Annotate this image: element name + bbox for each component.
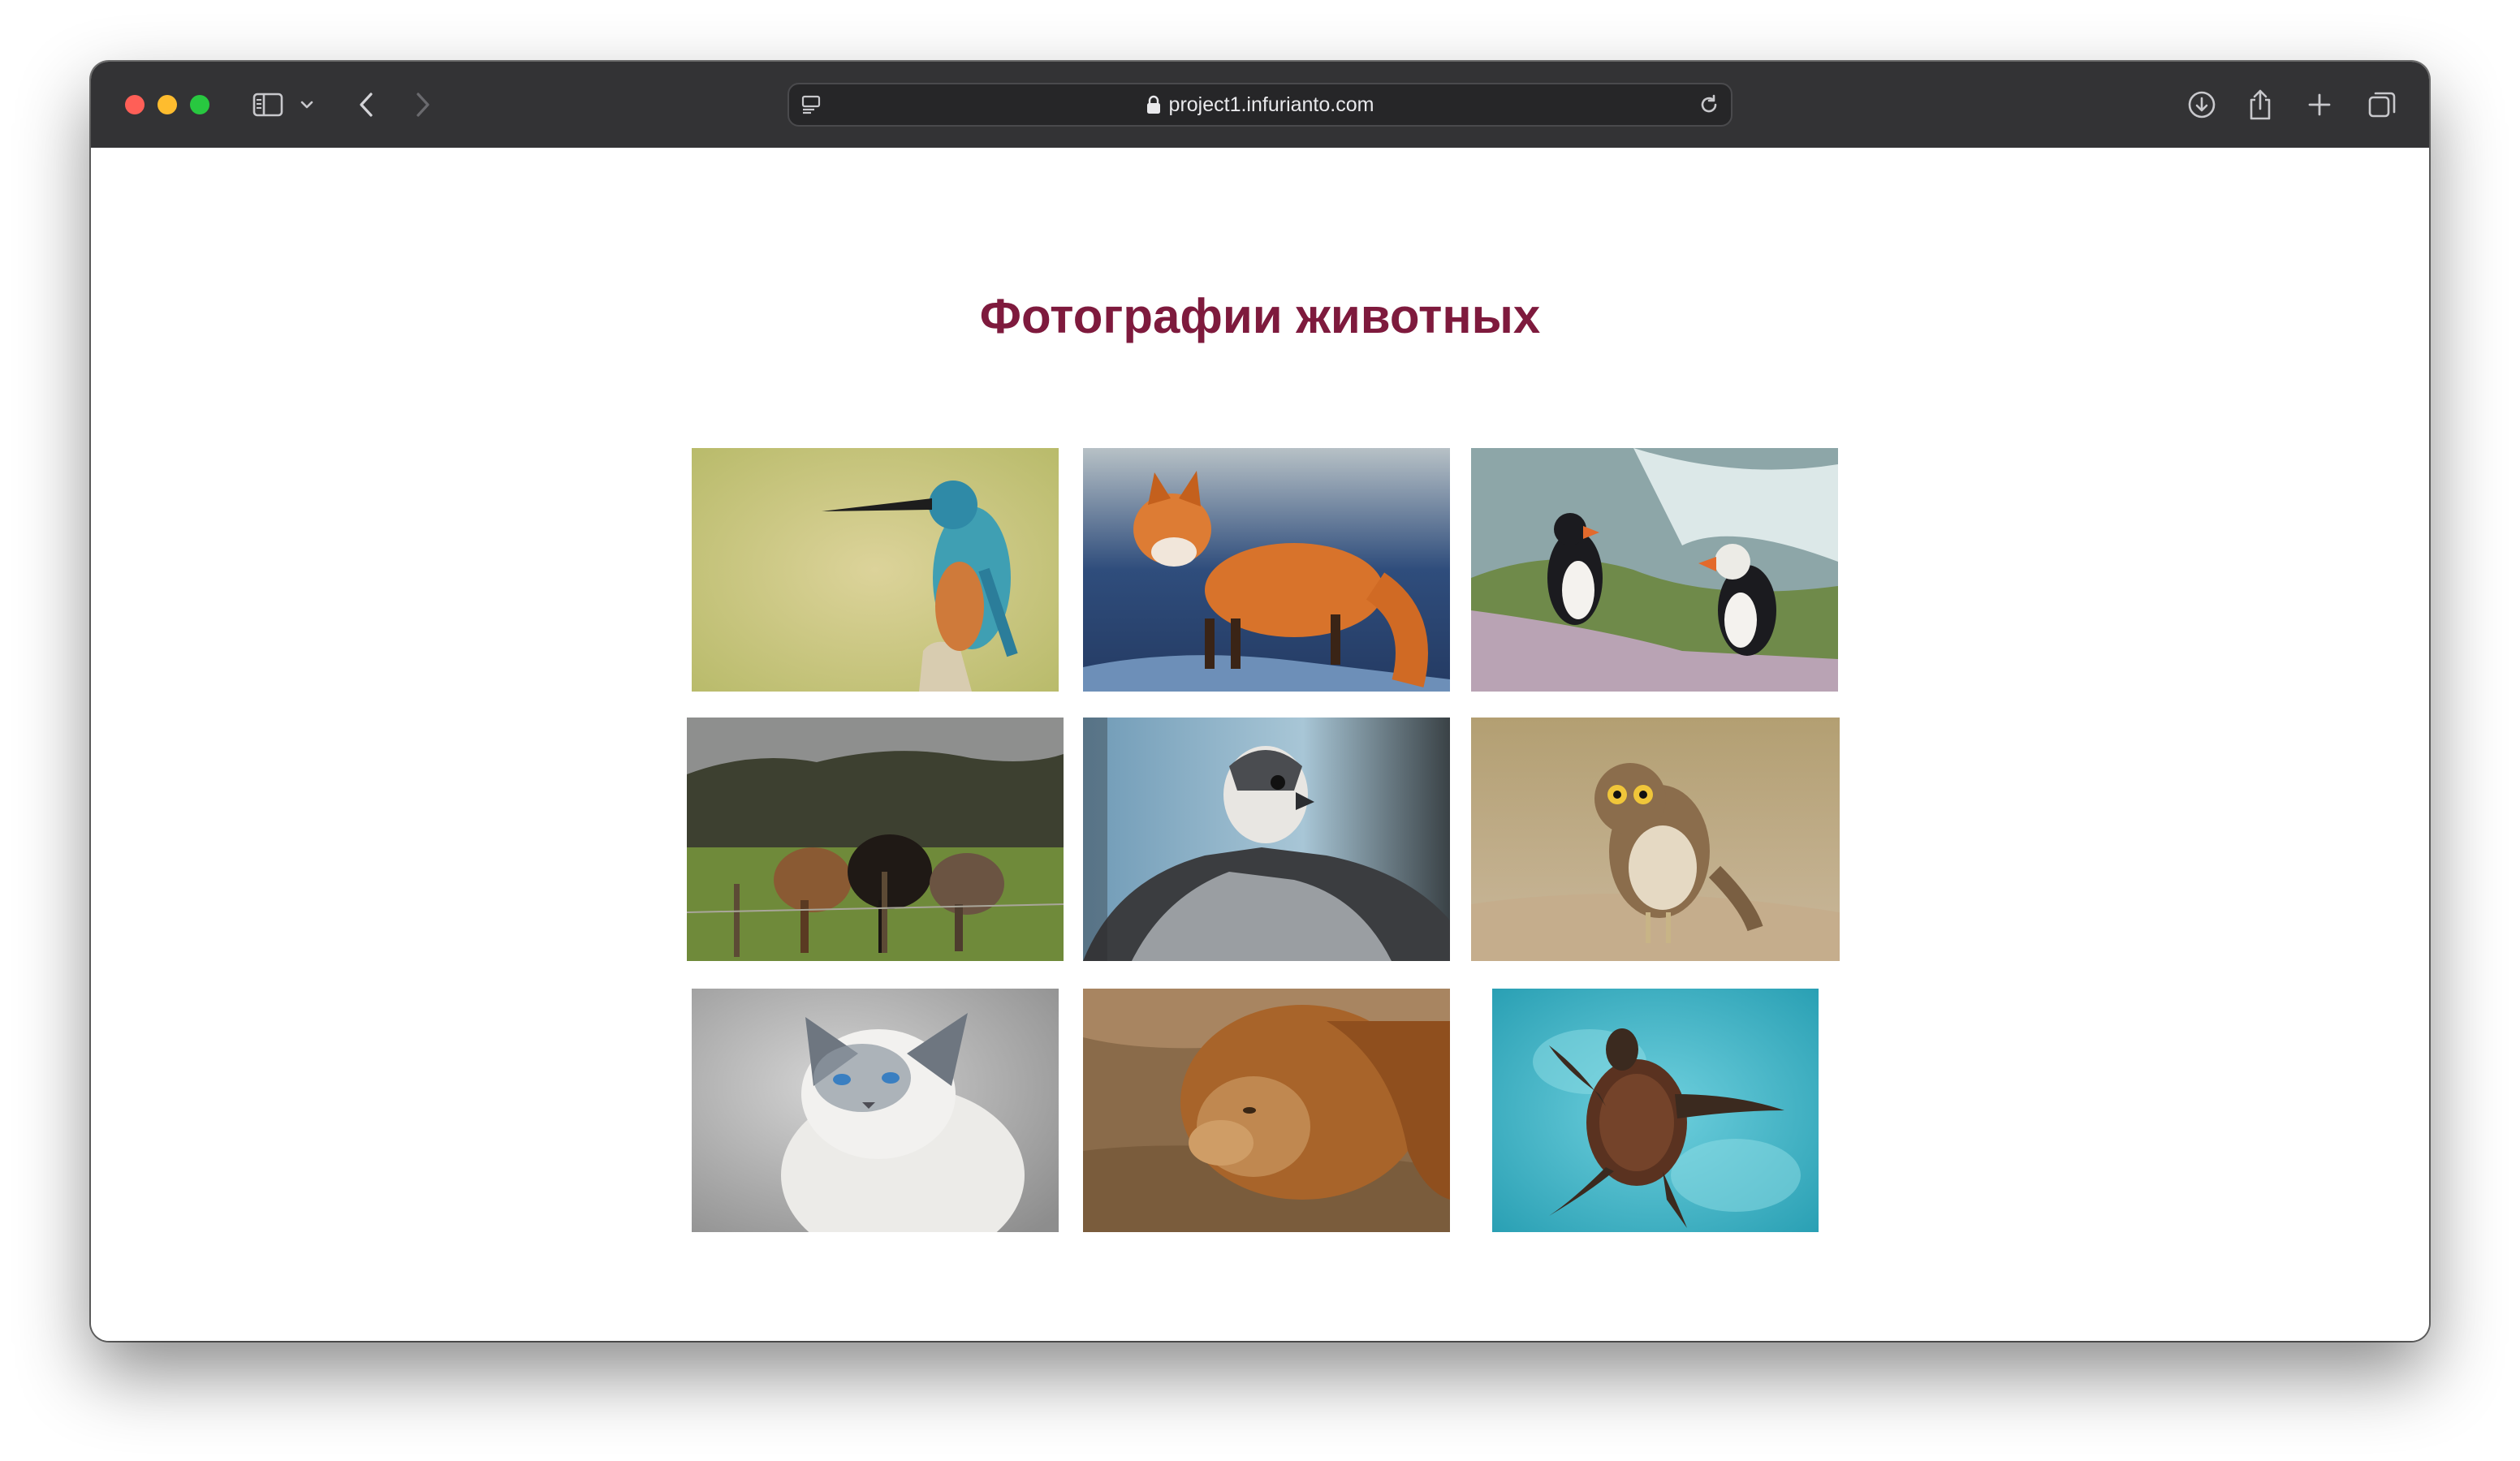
address-url[interactable]: project1.infurianto.com	[1169, 93, 1374, 117]
forward-icon[interactable]	[411, 83, 435, 127]
fox-photo	[1083, 448, 1450, 692]
back-icon[interactable]	[354, 83, 378, 127]
puffins-photo	[1471, 448, 1838, 692]
owl-photo	[1471, 718, 1840, 961]
page-content: Фотографии животных	[91, 148, 2429, 1341]
tabs-overview-icon[interactable]	[2366, 83, 2398, 127]
share-icon[interactable]	[2246, 83, 2275, 127]
download-icon[interactable]	[2186, 83, 2218, 127]
falcon-photo	[1083, 718, 1450, 961]
lion-photo	[1083, 989, 1450, 1232]
browser-toolbar: project1.infurianto.com	[91, 62, 2429, 149]
close-window-button[interactable]	[125, 95, 145, 114]
sidebar-icon[interactable]	[250, 83, 286, 127]
minimize-window-button[interactable]	[158, 95, 177, 114]
turtle-photo	[1492, 989, 1819, 1232]
new-tab-icon[interactable]	[2306, 83, 2333, 127]
cat-photo	[692, 989, 1059, 1232]
page-title: Фотографии животных	[979, 289, 1541, 343]
browser-window: project1.infurianto.com Фотографии живот…	[91, 62, 2429, 1341]
chevron-down-icon[interactable]	[299, 83, 315, 127]
address-bar[interactable]: project1.infurianto.com	[788, 83, 1732, 127]
horses-photo	[687, 718, 1064, 961]
lock-icon	[1146, 95, 1161, 114]
reload-icon[interactable]	[1695, 84, 1723, 125]
kingfisher-photo	[692, 448, 1059, 692]
zoom-window-button[interactable]	[190, 95, 209, 114]
